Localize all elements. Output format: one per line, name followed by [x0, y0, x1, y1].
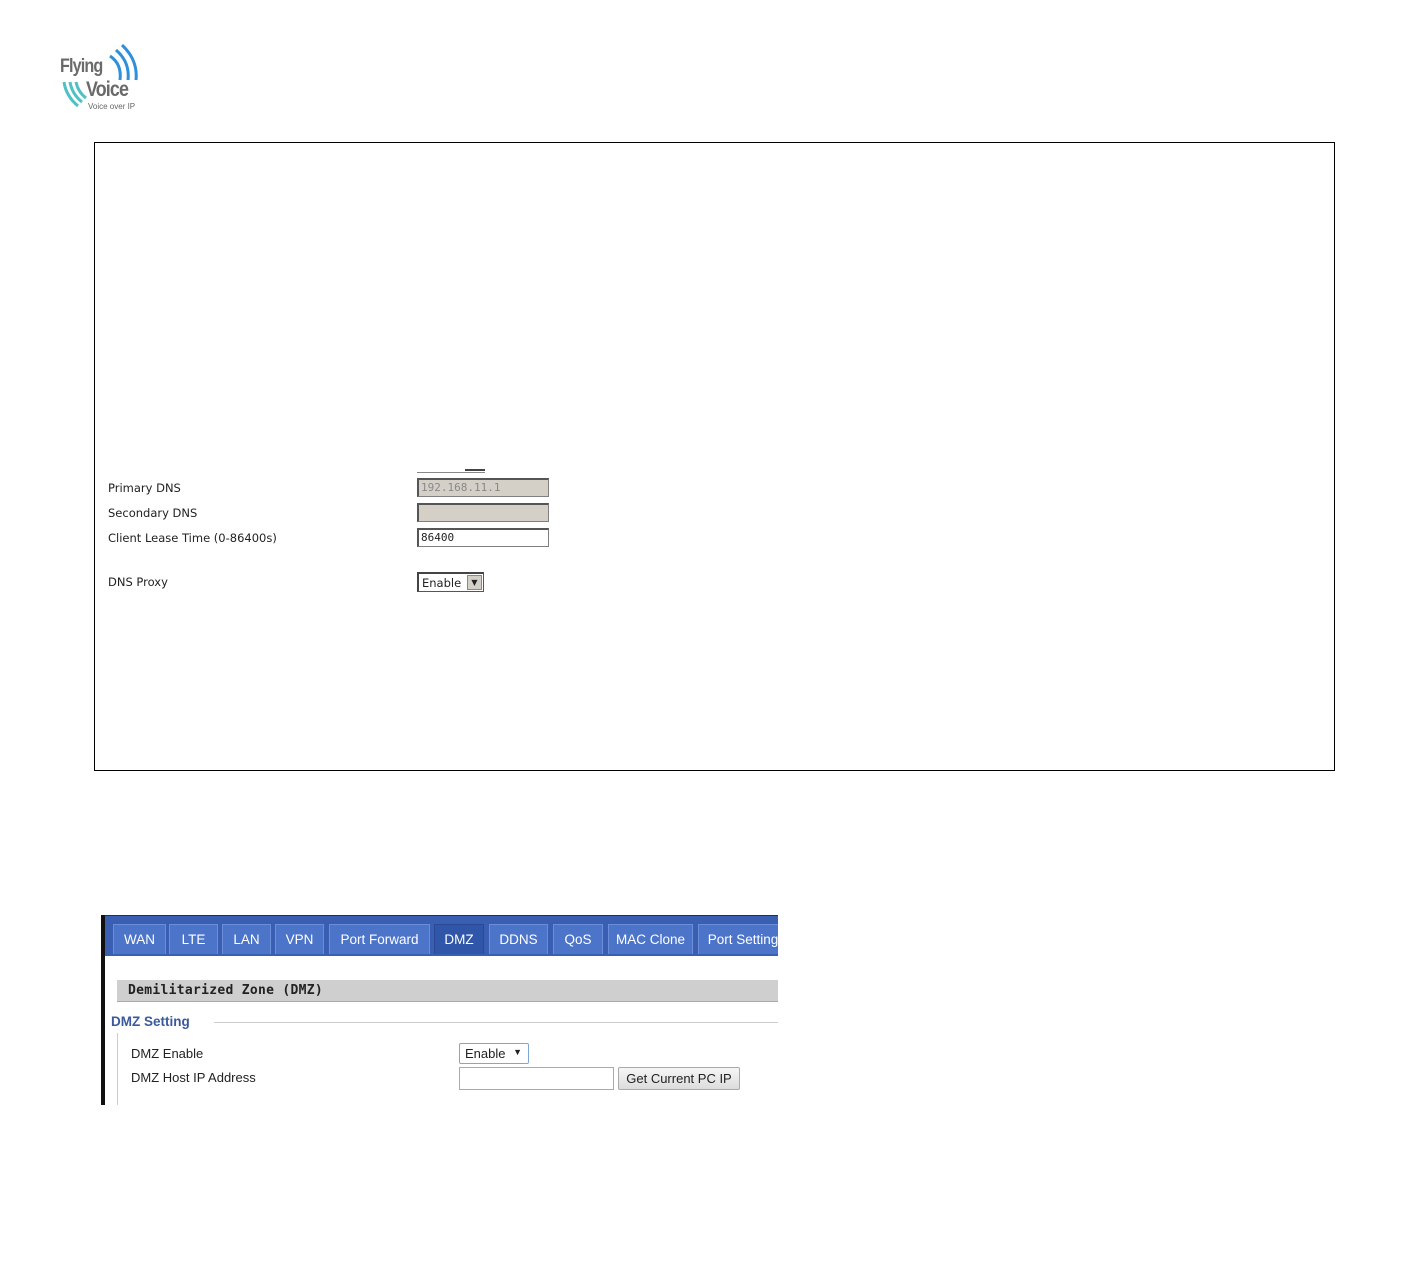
- dns-proxy-value: Enable: [422, 576, 462, 590]
- tab-wan[interactable]: WAN: [113, 924, 166, 954]
- dmz-enable-value: Enable: [465, 1046, 506, 1061]
- cropped-field-edge-dark: [465, 469, 485, 471]
- client-lease-time-input[interactable]: 86400: [417, 528, 549, 547]
- dmz-enable-select[interactable]: Enable ▼: [459, 1043, 529, 1064]
- tab-port-forward[interactable]: Port Forward: [329, 924, 430, 954]
- tab-qos[interactable]: QoS: [553, 924, 603, 954]
- dmz-host-ip-label: DMZ Host IP Address: [131, 1070, 256, 1085]
- chevron-down-icon: ▼: [513, 1047, 522, 1057]
- logo-word-voice: Voice: [86, 78, 129, 101]
- tab-lan[interactable]: LAN: [222, 924, 271, 954]
- secondary-dns-label: Secondary DNS: [108, 506, 198, 520]
- get-current-pc-ip-button[interactable]: Get Current PC IP: [618, 1067, 740, 1090]
- tab-dmz[interactable]: DMZ: [434, 924, 484, 954]
- primary-dns-input[interactable]: 192.168.11.1: [417, 478, 549, 497]
- logo-word-flying: Flying: [60, 56, 103, 77]
- section-title: Demilitarized Zone (DMZ): [117, 980, 778, 1002]
- tab-bar: WAN LTE LAN VPN Port Forward DMZ DDNS Qo…: [105, 915, 778, 956]
- fieldset-border: [117, 1033, 118, 1105]
- chevron-down-icon[interactable]: ▼: [467, 575, 482, 590]
- primary-dns-label: Primary DNS: [108, 481, 181, 495]
- logo-tagline: Voice over IP: [88, 102, 136, 111]
- dmz-setting-legend: DMZ Setting: [111, 1014, 190, 1029]
- divider: [214, 1022, 778, 1023]
- tab-vpn[interactable]: VPN: [275, 924, 324, 954]
- secondary-dns-input[interactable]: [417, 503, 549, 522]
- tab-lte[interactable]: LTE: [169, 924, 218, 954]
- client-lease-time-label: Client Lease Time (0-86400s): [108, 531, 277, 545]
- dmz-host-ip-input[interactable]: [459, 1067, 614, 1090]
- lan-settings-screenshot: Primary DNS 192.168.11.1 Secondary DNS C…: [94, 142, 1335, 771]
- dmz-settings-screenshot: WAN LTE LAN VPN Port Forward DMZ DDNS Qo…: [101, 915, 778, 1105]
- tab-mac-clone[interactable]: MAC Clone: [608, 924, 693, 954]
- dns-proxy-select[interactable]: Enable ▼: [417, 572, 484, 592]
- dmz-enable-label: DMZ Enable: [131, 1046, 204, 1061]
- flying-voice-logo: Flying Voice Voice over IP: [58, 44, 144, 116]
- tab-ddns[interactable]: DDNS: [489, 924, 548, 954]
- dns-proxy-label: DNS Proxy: [108, 575, 168, 589]
- tab-port-setting[interactable]: Port Setting: [698, 924, 778, 954]
